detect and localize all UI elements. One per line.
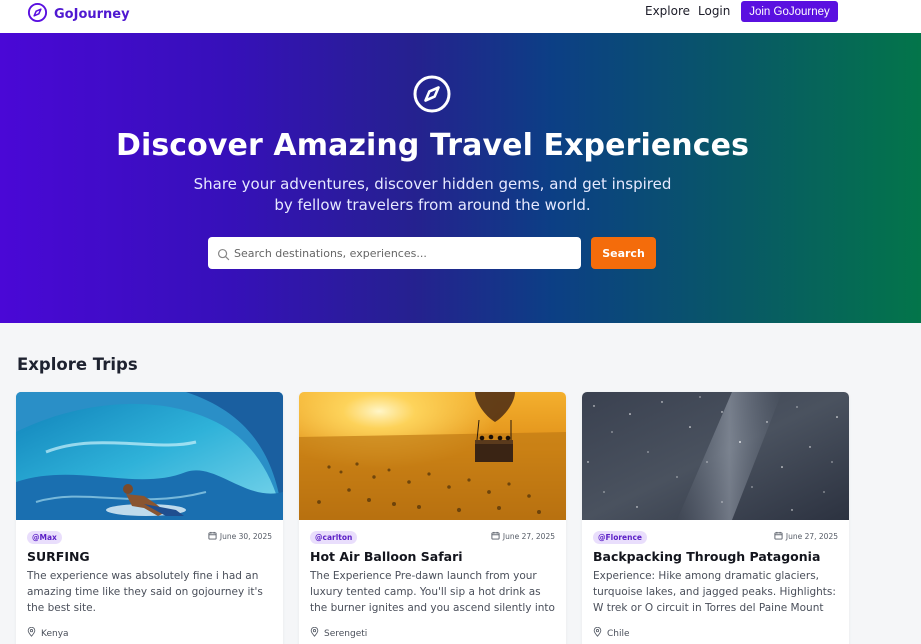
calendar-icon <box>491 531 500 542</box>
hero-banner: Discover Amazing Travel Experiences Shar… <box>0 33 921 323</box>
trip-image-balloon <box>299 392 566 520</box>
location-pin-icon <box>310 626 319 640</box>
nav-login-link[interactable]: Login <box>698 4 730 18</box>
hero-subtitle: Share your adventures, discover hidden g… <box>193 175 672 214</box>
top-nav: GoJourney Explore Login Join GoJourney <box>0 0 921 33</box>
trip-location: Serengeti <box>310 626 368 640</box>
trip-title[interactable]: SURFING <box>27 549 90 564</box>
date-text: June 30, 2025 <box>219 532 272 541</box>
brand-logo[interactable]: GoJourney <box>27 2 130 27</box>
hero-title: Discover Amazing Travel Experiences <box>115 128 750 163</box>
search-box <box>208 237 581 269</box>
trip-card[interactable]: @carlton June 27, 2025 Hot Air Balloon S… <box>299 392 566 644</box>
compass-icon <box>27 2 48 27</box>
trip-title[interactable]: Backpacking Through Patagonia <box>593 549 820 564</box>
trip-description: The experience was absolutely fine i had… <box>27 570 263 614</box>
location-pin-icon <box>27 626 36 640</box>
calendar-icon <box>208 531 217 542</box>
section-title: Explore Trips <box>17 355 138 374</box>
compass-icon <box>412 74 452 114</box>
trip-image-surfing <box>16 392 283 520</box>
location-text: Serengeti <box>324 628 368 639</box>
post-date: June 27, 2025 <box>491 531 555 542</box>
location-text: Kenya <box>41 628 69 639</box>
search-icon <box>217 246 230 265</box>
search-button[interactable]: Search <box>591 237 656 269</box>
join-button[interactable]: Join GoJourney <box>741 1 838 22</box>
brand-name: GoJourney <box>54 7 130 22</box>
user-tag[interactable]: @Florence <box>593 531 648 544</box>
post-date: June 30, 2025 <box>208 531 272 542</box>
user-tag[interactable]: @Max <box>27 531 62 544</box>
calendar-icon <box>774 531 783 542</box>
nav-explore-link[interactable]: Explore <box>645 4 690 18</box>
trip-image-patagonia <box>582 392 849 520</box>
location-pin-icon <box>593 626 602 640</box>
date-text: June 27, 2025 <box>502 532 555 541</box>
trip-location: Kenya <box>27 626 69 640</box>
trip-description: Experience: Hike among dramatic glaciers… <box>593 570 836 614</box>
post-date: June 27, 2025 <box>774 531 838 542</box>
search-input[interactable] <box>234 237 574 269</box>
trip-description: The Experience Pre-dawn launch from your… <box>310 570 555 614</box>
date-text: June 27, 2025 <box>785 532 838 541</box>
trip-card[interactable]: @Max June 30, 2025 SURFING The experienc… <box>16 392 283 644</box>
trip-title[interactable]: Hot Air Balloon Safari <box>310 549 463 564</box>
trip-location: Chile <box>593 626 630 640</box>
user-tag[interactable]: @carlton <box>310 531 358 544</box>
trip-card[interactable]: @Florence June 27, 2025 Backpacking Thro… <box>582 392 849 644</box>
location-text: Chile <box>607 628 630 639</box>
